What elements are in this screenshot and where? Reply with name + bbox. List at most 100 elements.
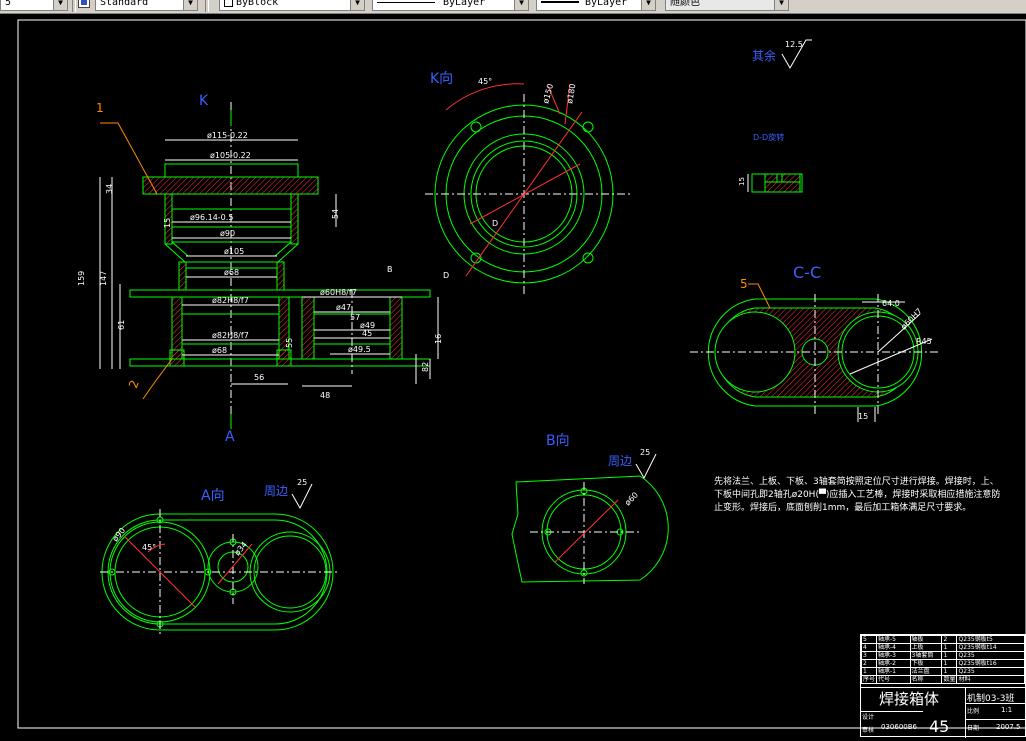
main-section-view (99, 102, 439, 424)
parts-cell-material: 材料 (956, 675, 1025, 684)
k-dim-180: ø180 (565, 83, 577, 104)
toolbar-separator (205, 0, 209, 12)
dim-47: ø47 (336, 303, 351, 312)
parts-cell-qty: 1 (941, 643, 958, 652)
color-dropdown[interactable]: 随颜色 ▼ (665, 0, 789, 11)
parts-row: 序号 代号 名称 数量 材料 (860, 675, 1025, 684)
b-view-title: B向 (546, 433, 570, 449)
dim-34: 34 (105, 184, 114, 194)
divider (861, 687, 1026, 688)
chevron-down-icon: ▼ (53, 0, 67, 10)
weld-symbol-a (291, 483, 313, 510)
parts-cell-name: 下板 (909, 659, 943, 668)
layer-dropdown[interactable]: 5 ▼ (0, 0, 68, 11)
dim-45: 45 (362, 329, 372, 338)
scale-value: 1:1 (1001, 706, 1013, 714)
k-view-title: K向 (430, 71, 453, 87)
weld-label-a: 周边 (264, 484, 288, 498)
k-angle-dim: 45° (478, 77, 492, 86)
a-view-title: A向 (201, 488, 225, 504)
parts-cell-qty: 数量 (941, 675, 958, 684)
designer-label: 设计 (862, 714, 875, 721)
parts-cell-name: 名称 (909, 675, 943, 684)
parts-cell-no: 4 (860, 643, 878, 652)
dim-115: ø115-0.22 (207, 131, 248, 140)
parts-cell-qty: 1 (941, 651, 958, 660)
parts-cell-qty: 1 (941, 667, 958, 676)
leader-2-line (142, 358, 173, 400)
parts-cell-name: 3轴套筒 (909, 651, 943, 660)
parts-cell-material: Q235 (956, 651, 1025, 660)
drawing-canvas[interactable]: ø115-0.22 ø105-0.22 ø96.14-0.5 ø90 ø105 … (0, 14, 1026, 738)
b-dim-60: ø60 (623, 490, 640, 507)
technical-note: 先将法兰、上板、下板、3轴套简按照定位尺寸进行焊接。焊接时，上、下板中间孔即2轴… (714, 477, 1001, 513)
linetype-layer-value: ByLayer (443, 0, 486, 8)
leader-5-label: 5 (740, 277, 748, 291)
parts-cell-material: Q235钢板t14 (956, 643, 1025, 652)
properties-toolbar: 5 ▼ Standard ▼ ByBlock ▼ ByLayer ▼ ByLay… (0, 0, 1026, 14)
parts-row: 1 轴承-1 法兰盘 1 Q235 (860, 667, 1025, 676)
parts-cell-no: 5 (860, 635, 878, 644)
parts-cell-qty: 2 (941, 635, 958, 644)
roughness-rest-value: 12.5 (785, 40, 803, 49)
weld-symbol-b (635, 453, 657, 480)
dim-105: ø105-0.22 (210, 151, 251, 160)
drawing-title: 焊接箱体 (879, 690, 940, 708)
dd-view-title: D-D旋转 (753, 132, 784, 142)
lineweight-value: ByLayer (585, 0, 628, 8)
parts-cell-code: 轴承-4 (876, 643, 911, 652)
lineweight-dropdown[interactable]: ByLayer ▼ (536, 0, 656, 11)
dim-16: 16 (434, 334, 443, 344)
parts-cell-no: 2 (860, 659, 878, 668)
chevron-down-icon: ▼ (514, 0, 528, 10)
dim-105b: ø105 (224, 247, 244, 256)
k-dim-150: ø150 (541, 83, 555, 105)
weld-value-b: 25 (640, 448, 650, 457)
parts-cell-material: Q235钢板t5 (956, 635, 1025, 644)
view-k-label: K (199, 93, 209, 109)
cad-drawing: ø115-0.22 ø105-0.22 ø96.14-0.5 ø90 ø105 … (17, 19, 1026, 729)
parts-cell-no: 1 (860, 667, 878, 676)
layer-value: 5 (5, 0, 12, 8)
parts-cell-name: 法兰盘 (909, 667, 943, 676)
roughness-rest-label: 其余 (752, 48, 776, 63)
cc-dim-r: R45 (916, 337, 932, 346)
divider (965, 703, 1026, 704)
linetype-block-dropdown[interactable]: ByBlock ▼ (219, 0, 365, 11)
toolbar-separator (72, 0, 76, 12)
b-view (511, 475, 669, 584)
dim-68: ø68 (224, 268, 239, 277)
parts-row: 3 轴承-3 3轴套筒 1 Q235 (860, 651, 1025, 660)
parts-cell-material: Q235 (956, 667, 1025, 676)
upper-plate (129, 289, 431, 298)
parts-cell-no: 3 (860, 651, 878, 660)
parts-cell-code: 代号 (876, 675, 911, 684)
dim-68b: ø68 (212, 346, 227, 355)
text-style-dropdown[interactable]: Standard ▼ (95, 0, 198, 11)
checkbox-icon (224, 0, 233, 7)
checker-label: 审核 (862, 727, 875, 734)
d-mark-1: D (492, 219, 498, 228)
parts-row: 2 轴承-2 下板 1 Q235钢板t16 (860, 659, 1025, 668)
divider (965, 719, 1026, 720)
dim-56: 56 (254, 373, 264, 382)
dd-dim: 15 (738, 177, 746, 186)
cc-dim-64: 64.0 (882, 299, 900, 308)
leader-5-line (748, 283, 771, 309)
title-block: 5 轴承-5 轴板 2 Q235钢板t5 4 轴承-4 上板 1 Q235钢板t14 3 轴承-3 3轴… (860, 634, 1026, 738)
view-a-label: A (225, 429, 235, 445)
view-b-arrow-label: B (387, 265, 393, 274)
color-value: 随颜色 (670, 0, 700, 8)
parts-cell-name: 轴板 (909, 635, 943, 644)
parts-row: 5 轴承-5 轴板 2 Q235钢板t5 (860, 635, 1025, 644)
weld-value-a: 25 (297, 478, 307, 487)
divider (965, 687, 966, 738)
linetype-layer-dropdown[interactable]: ByLayer ▼ (372, 0, 529, 11)
a-view (100, 509, 340, 634)
scale-label: 比例 (967, 708, 980, 715)
a-angle-dim: 45° (142, 543, 156, 552)
cc-dim-d: ø60H7 (899, 307, 924, 332)
dim-55: 55 (285, 338, 294, 348)
cc-dim-15: 15 (858, 412, 868, 421)
text-style-icon (78, 0, 90, 8)
